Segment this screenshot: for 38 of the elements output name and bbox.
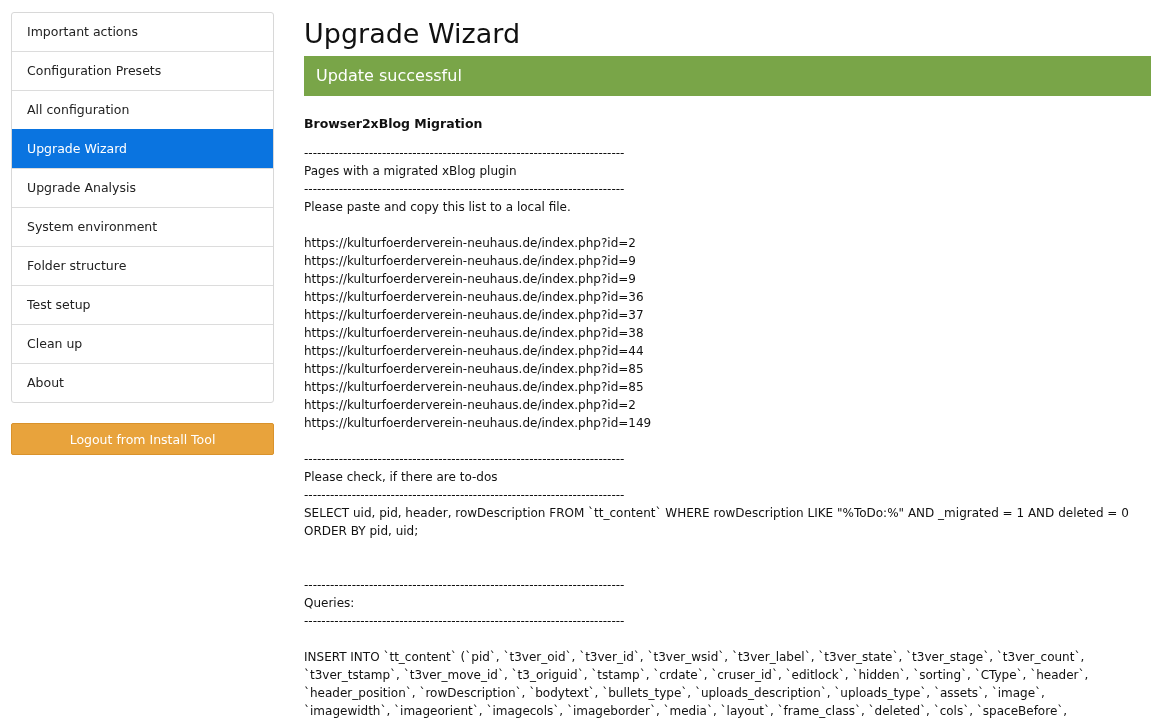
output-line: Please paste and copy this list to a local file.	[304, 199, 572, 216]
output-line: https://kulturfoerderverein-neuhaus.de/index.php?id=37	[304, 307, 645, 324]
output-line: https://kulturfoerderverein-neuhaus.de/index.php?id=9	[304, 253, 637, 270]
output-line: https://kulturfoerderverein-neuhaus.de/index.php?id=9	[304, 271, 637, 288]
output-line: --------------------------------------------------------------------------	[304, 487, 626, 504]
section-heading: Browser2xBlog Migration	[304, 116, 484, 131]
output-line: https://kulturfoerderverein-neuhaus.de/index.php?id=2	[304, 397, 637, 414]
sidebar-item[interactable]: Important actions	[12, 13, 273, 51]
output-line: INSERT INTO `tt_content` (`pid`, `t3ver_oid`, `t3ver_id`, `t3ver_wsid`, `t3ver_label`, `t3ver_state`, `t3ver_stage`, `t3ver_count`,	[304, 649, 1086, 666]
output-line: `imagewidth`, `imageorient`, `imagecols`, `imageborder`, `media`, `layout`, `frame_class`, `deleted`, `cols`, `spaceBefore`,	[304, 703, 1069, 720]
success-alert: Update successful	[304, 56, 1151, 96]
sidebar-item[interactable]: Folder structure	[12, 246, 273, 285]
output-line: `t3ver_tstamp`, `t3ver_move_id`, `t3_origuid`, `tstamp`, `crdate`, `cruser_id`, `editlock`, `hidden`, `sorting`, `CType`, `header`,	[304, 667, 1090, 684]
sidebar-item[interactable]: Upgrade Wizard	[12, 129, 273, 168]
output-line: Queries:	[304, 595, 356, 612]
sidebar-item[interactable]: About	[12, 363, 273, 402]
sidebar-item[interactable]: Clean up	[12, 324, 273, 363]
output-line: https://kulturfoerderverein-neuhaus.de/index.php?id=85	[304, 379, 645, 396]
output-line: https://kulturfoerderverein-neuhaus.de/index.php?id=2	[304, 235, 637, 252]
output-line: https://kulturfoerderverein-neuhaus.de/index.php?id=44	[304, 343, 645, 360]
output-line: Pages with a migrated xBlog plugin	[304, 163, 518, 180]
output-line: https://kulturfoerderverein-neuhaus.de/index.php?id=36	[304, 289, 645, 306]
page-title: Upgrade Wizard	[304, 18, 522, 50]
output-line: SELECT uid, pid, header, rowDescription FROM `tt_content` WHERE rowDescription LIKE "%ToDo:%" AND _migrated = 1 AND deleted = 0 ORDER BY pid, uid;	[304, 505, 1130, 540]
output-line: https://kulturfoerderverein-neuhaus.de/index.php?id=149	[304, 415, 653, 432]
output-line: Please check, if there are to-dos	[304, 469, 499, 486]
sidebar-item[interactable]: System environment	[12, 207, 273, 246]
output-line: --------------------------------------------------------------------------	[304, 451, 626, 468]
sidebar-item[interactable]: Configuration Presets	[12, 51, 273, 90]
output-line: --------------------------------------------------------------------------	[304, 145, 626, 162]
output-line: https://kulturfoerderverein-neuhaus.de/index.php?id=38	[304, 325, 645, 342]
output-line: --------------------------------------------------------------------------	[304, 577, 626, 594]
output-line: `header_position`, `rowDescription`, `bodytext`, `bullets_type`, `uploads_description`, `uploads_type`, `assets`, `image`,	[304, 685, 1046, 702]
output-line: https://kulturfoerderverein-neuhaus.de/index.php?id=85	[304, 361, 645, 378]
output-line: --------------------------------------------------------------------------	[304, 613, 626, 630]
output-line: --------------------------------------------------------------------------	[304, 181, 626, 198]
sidebar-item[interactable]: Test setup	[12, 285, 273, 324]
sidebar-item[interactable]: Upgrade Analysis	[12, 168, 273, 207]
